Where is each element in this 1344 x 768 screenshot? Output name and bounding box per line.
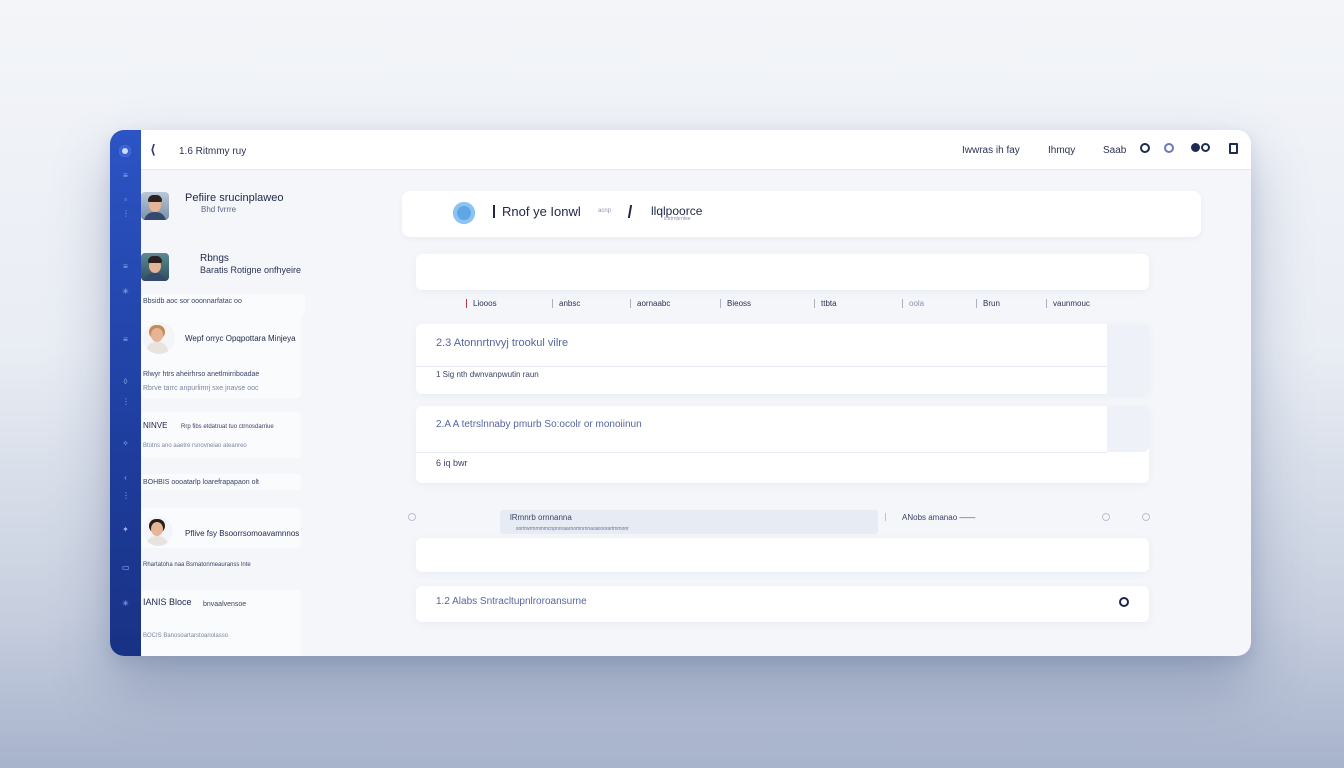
list-icon[interactable]: ⋮ (122, 210, 130, 218)
sidebar-card[interactable]: NINVE Rrp fibs etdatruat tuo ctrnosdarri… (141, 412, 301, 458)
range-right-label: ANobs amanao —— (902, 513, 976, 522)
profile-name: Rbngs (200, 253, 229, 264)
chart-icon[interactable]: ≡ (122, 336, 129, 344)
card-line: BOCIS Banosoartarstoanolasso (143, 633, 229, 639)
avatar (141, 253, 169, 281)
tab-7[interactable]: Brun (976, 299, 1000, 309)
back-icon[interactable]: ⟨ (150, 142, 156, 158)
logo-icon[interactable] (119, 145, 131, 157)
radio-icon[interactable] (1142, 513, 1150, 521)
card-line: Rbrve tarrc anpurlimrj sxe jnavse ooc (143, 385, 259, 392)
range-left-sub: snrtrwrmmmmcnpnnraarnomnrnnaoaroorartmmo… (516, 526, 629, 532)
card-title: Pflive fsy Bsoorrsomoavamnnos (185, 529, 300, 538)
breadcrumb-sub: ictrtrnbrntee (664, 216, 691, 222)
tab-bar: Liooos anbsc aornaabc Bieoss ttbta oola … (416, 296, 1149, 312)
range-divider (878, 513, 886, 521)
search-icon[interactable] (1140, 143, 1150, 153)
clip-icon[interactable]: ✧ (122, 440, 129, 448)
chat-icon[interactable]: ▭ (122, 564, 130, 572)
help-icon[interactable]: ✦ (122, 526, 129, 534)
page-title: Rnof ye Ionwl (502, 204, 581, 219)
sidebar-card[interactable]: Rhartatoha naa Bsmatonmeauranss lnte (141, 558, 301, 572)
card-title: NINVE (143, 421, 168, 430)
row-divider (416, 452, 1107, 453)
tab-4[interactable]: Bieoss (720, 299, 751, 309)
tab-1[interactable]: Liooos (466, 299, 497, 309)
sidebar-card[interactable]: Pflive fsy Bsoorrsomoavamnnos (141, 508, 301, 548)
card-line: Rrp fibs etdatruat tuo ctrnosdarriue (181, 424, 274, 430)
range-bar: lRmnrb ornnanna snrtrwrmmmmcnpnnraarnomn… (402, 509, 1150, 534)
folder-icon[interactable]: ‹ (122, 474, 129, 482)
row-title: 1.2 Alabs Sntracltupnlroroansurne (436, 596, 587, 607)
list-item[interactable]: 2.3 Atonnrtnvyj trookul vilre 1 Sig nth … (416, 324, 1149, 394)
list-item[interactable]: 1.2 Alabs Sntracltupnlroroansurne (416, 586, 1149, 622)
row-shade (1107, 406, 1149, 452)
row-sub: 1 Sig nth dwnvanpwutin raun (436, 370, 539, 379)
tab-8[interactable]: vaunmouc (1046, 299, 1090, 309)
nav-item-2[interactable]: Ihmqy (1048, 145, 1075, 156)
grid-icon[interactable]: ≡ (122, 263, 129, 271)
bell-icon[interactable]: ◊ (122, 378, 129, 386)
profile-icon[interactable] (1164, 143, 1174, 153)
card-line: Bbsidb aoc sor ooonnarfatac oo (143, 298, 242, 305)
row-title: 2.3 Atonnrtnvyj trookul vilre (436, 337, 569, 349)
gear-icon[interactable]: ⋮ (122, 492, 130, 500)
menu-icon[interactable]: ≡ (122, 172, 129, 180)
content-header: Rnof ye Ionwl acnp llqlpoorce ictrtrnbrn… (402, 191, 1201, 237)
card-sub: bnvaalvensoe (203, 601, 247, 608)
icon-rail: ≡ ▫ ⋮ ≡ ✳ ≡ ◊ ⋮ ✧ ‹ ⋮ ✦ ▭ ✳ (110, 130, 141, 656)
toggle-icon[interactable] (1201, 143, 1210, 152)
sidebar-card[interactable]: BOHBIS oooatarlp loarefrapapaon olt (141, 474, 301, 490)
window-icon[interactable] (1229, 143, 1238, 154)
page-title-sub: acnp (598, 208, 612, 214)
avatar (141, 192, 169, 220)
toggle-icon[interactable] (1119, 597, 1129, 607)
card-line: Rhartatoha naa Bsmatonmeauranss lnte (143, 562, 251, 568)
card-line: Rlwyr htrs aheirhrso anetlmirriboadae (143, 371, 260, 378)
divider (493, 205, 495, 218)
tab-5[interactable]: ttbta (814, 299, 837, 309)
top-bar: ⟨ 1.6 Ritmmy ruy Iwwras ih fay Ihmqy Saa… (141, 130, 1251, 170)
card-line: Btotns ano aaetre rsnovneiao ateanreo (143, 443, 247, 449)
settings-icon[interactable]: ✳ (122, 600, 129, 608)
doc-icon[interactable]: ▫ (122, 196, 129, 204)
list-item[interactable]: 2.A A tetrslnnaby pmurb So:ocolr or mono… (416, 406, 1149, 483)
user-icon[interactable]: ⋮ (122, 398, 130, 406)
card-line: BOHBIS oooatarlp loarefrapapaon olt (143, 479, 259, 486)
tab-6[interactable]: oola (902, 299, 924, 309)
sidebar-card[interactable]: IANIS Bloce bnvaalvensoe BOCIS Banosoart… (141, 590, 301, 656)
divider (627, 205, 633, 218)
avatar (143, 516, 173, 546)
text-input[interactable] (416, 538, 1149, 572)
profile-card-1[interactable]: Pefiire srucinplaweo Bhd fvrrre (141, 192, 283, 220)
nav-item-3[interactable]: Saab (1103, 145, 1126, 156)
nav-item-1[interactable]: Iwwras ih fay (962, 145, 1020, 156)
range-left-label: lRmnrb ornnanna (510, 513, 572, 522)
globe-icon[interactable] (453, 202, 475, 224)
profile-card-2[interactable]: Rbngs Baratis Rotigne onfhyeire (141, 253, 301, 281)
search-input[interactable] (416, 254, 1149, 290)
app-title: 1.6 Ritmmy ruy (179, 146, 247, 157)
profile-sub: Bhd fvrrre (201, 205, 237, 214)
radio-icon[interactable] (408, 513, 416, 521)
row-divider (416, 366, 1107, 367)
card-title: Wepf orryc Opqpottara Minjeya (185, 334, 296, 343)
avatar (143, 322, 175, 354)
sidebar-card[interactable]: Wepf orryc Opqpottara Minjeya Rlwyr htrs… (141, 312, 301, 398)
card-title: IANIS Bloce (143, 598, 192, 607)
radio-icon[interactable] (1102, 513, 1110, 521)
row-title: 2.A A tetrslnnaby pmurb So:ocolr or mono… (436, 419, 642, 430)
star-icon[interactable]: ✳ (122, 288, 129, 296)
tab-2[interactable]: anbsc (552, 299, 580, 309)
notification-icon[interactable] (1191, 143, 1200, 152)
tab-3[interactable]: aornaabc (630, 299, 670, 309)
app-window: ≡ ▫ ⋮ ≡ ✳ ≡ ◊ ⋮ ✧ ‹ ⋮ ✦ ▭ ✳ ⟨ 1.6 Ritmmy… (110, 130, 1251, 656)
row-shade (1107, 324, 1149, 394)
row-sub: 6 iq bwr (436, 458, 468, 468)
profile-name: Pefiire srucinplaweo (185, 192, 284, 204)
profile-sub: Baratis Rotigne onfhyeire (200, 265, 302, 275)
